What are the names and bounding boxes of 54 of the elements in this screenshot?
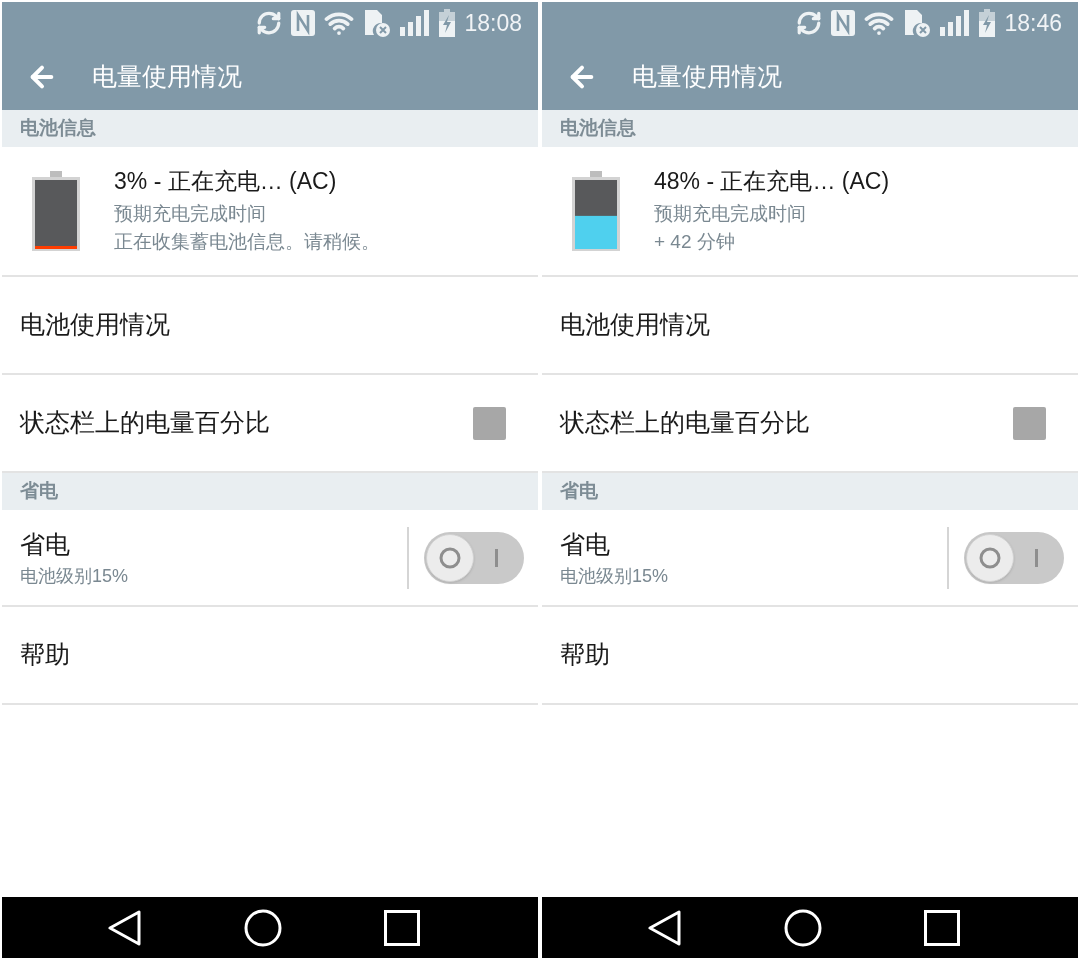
toggle-switch[interactable] (964, 531, 1064, 584)
setting-title: 省电 (560, 528, 611, 560)
back-button[interactable] (108, 909, 142, 946)
triangle-icon (108, 909, 142, 946)
sync-icon (256, 10, 283, 36)
section-title: 电池信息 (20, 116, 96, 141)
menu-item[interactable]: 电池使用情况 (560, 306, 710, 344)
menu-item[interactable]: 帮助 (20, 636, 70, 674)
circle-icon (244, 908, 282, 947)
setting-summary: 电池级别15% (20, 564, 129, 588)
recents-button[interactable] (384, 909, 420, 946)
setting-summary: 电池级别15% (560, 564, 669, 588)
line-icon (495, 548, 498, 567)
signal-icon (400, 10, 431, 36)
nfc-icon (831, 10, 856, 36)
clock-time: 18:08 (464, 11, 522, 35)
battery-detail: 预期充电完成时间 (114, 202, 267, 226)
section-title: 省电 (20, 479, 58, 504)
recents-button[interactable] (924, 909, 960, 946)
section-title: 电池信息 (560, 116, 636, 141)
battery-status: 3% - 正在充电… (AC) (114, 167, 338, 196)
ring-icon (439, 546, 461, 569)
setting-title: 省电 (20, 528, 71, 560)
battery-detail: + 42 分钟 (654, 230, 736, 254)
back-button[interactable] (648, 909, 682, 946)
sim-card-error-icon (903, 9, 932, 37)
menu-item[interactable]: 帮助 (560, 636, 610, 674)
square-icon (924, 909, 960, 946)
circle-icon (784, 908, 822, 947)
battery-detail: 预期充电完成时间 (654, 202, 807, 226)
triangle-icon (648, 909, 682, 946)
checkbox[interactable] (473, 406, 506, 440)
setting-label: 状态栏上的电量百分比 (560, 407, 810, 439)
section-title: 省电 (560, 479, 598, 504)
line-icon (1035, 548, 1038, 567)
clock-time: 18:46 (1004, 11, 1062, 35)
home-button[interactable] (244, 908, 282, 947)
signal-icon (940, 10, 971, 36)
battery-detail: 正在收集蓄电池信息。请稍候。 (114, 230, 380, 254)
setting-label: 状态栏上的电量百分比 (20, 407, 270, 439)
checkbox[interactable] (1013, 406, 1046, 440)
battery-status: 48% - 正在充电… (AC) (654, 167, 890, 196)
menu-item[interactable]: 电池使用情况 (20, 306, 170, 344)
sim-card-error-icon (363, 9, 392, 37)
square-icon (384, 909, 420, 946)
screen-title: 电量使用情况 (92, 61, 242, 93)
screen-title: 电量使用情况 (632, 61, 782, 93)
toggle-switch[interactable] (424, 531, 524, 584)
nfc-icon (291, 10, 316, 36)
battery-charging-icon (979, 9, 996, 37)
home-button[interactable] (784, 908, 822, 947)
ring-icon (979, 546, 1001, 569)
battery-charging-icon (439, 9, 456, 37)
sync-icon (796, 10, 823, 36)
